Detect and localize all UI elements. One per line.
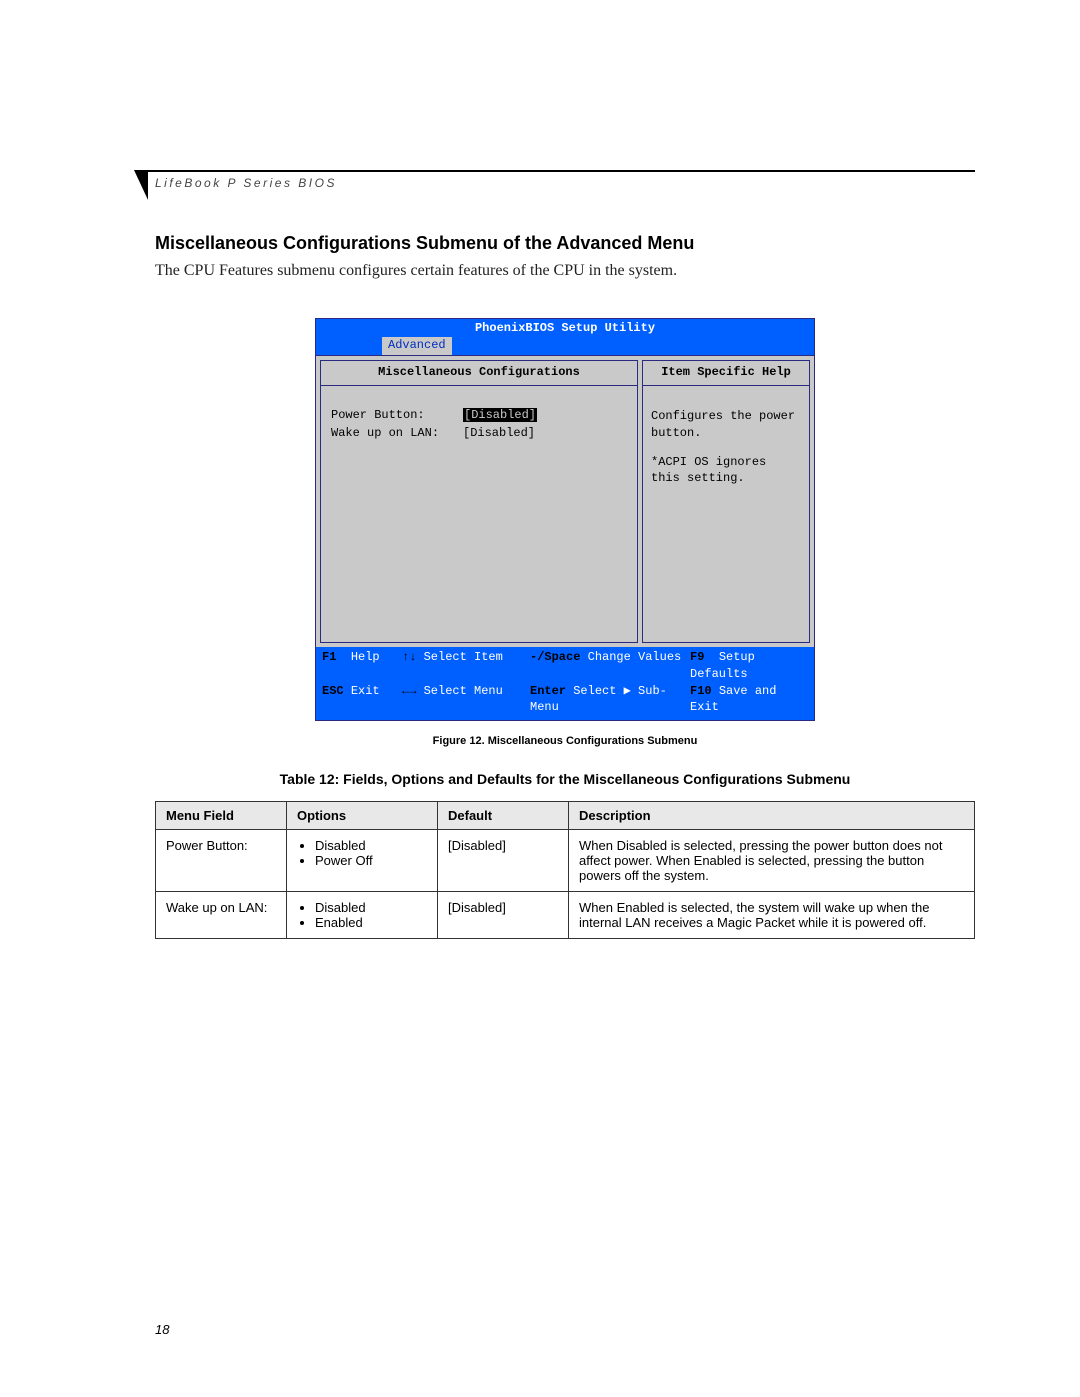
tab-advanced[interactable]: Advanced xyxy=(382,337,452,355)
bios-field-label: Power Button: xyxy=(331,408,463,422)
th-options: Options xyxy=(287,802,438,830)
key-updown-icon: ↑↓ xyxy=(402,650,416,664)
bios-help-line: Configures the power button. xyxy=(651,408,801,442)
header-tab-icon xyxy=(134,170,148,200)
key-help-label: Help xyxy=(351,650,380,664)
bios-window: PhoenixBIOS Setup Utility Advanced Misce… xyxy=(315,318,815,721)
table-row: Wake up on LAN: Disabled Enabled [Disabl… xyxy=(156,892,975,939)
key-f9: F9 xyxy=(690,650,704,664)
bios-footer: F1 Help ↑↓ Select Item -/Space Change Va… xyxy=(316,647,814,720)
option-item: Disabled xyxy=(315,900,427,915)
bios-field-value-selected[interactable]: [Disabled] xyxy=(463,408,537,422)
bios-field-label: Wake up on LAN: xyxy=(331,426,463,440)
header-label: LifeBook P Series BIOS xyxy=(155,176,337,190)
key-f10: F10 xyxy=(690,684,712,698)
cell-options: Disabled Enabled xyxy=(287,892,438,939)
key-leftright-icon: ←→ xyxy=(402,684,416,698)
cell-options: Disabled Power Off xyxy=(287,830,438,892)
header-rule xyxy=(140,170,975,172)
cell-default: [Disabled] xyxy=(438,830,569,892)
table-header-row: Menu Field Options Default Description xyxy=(156,802,975,830)
exit-label: Exit xyxy=(351,684,380,698)
table-title: Table 12: Fields, Options and Defaults f… xyxy=(155,771,975,787)
key-f1: F1 xyxy=(322,650,336,664)
section-title: Miscellaneous Configurations Submenu of … xyxy=(155,233,975,254)
cell-desc: When Disabled is selected, pressing the … xyxy=(569,830,975,892)
change-values-label: Change Values xyxy=(588,650,682,664)
option-item: Disabled xyxy=(315,838,427,853)
cell-field: Power Button: xyxy=(156,830,287,892)
key-space: -/Space xyxy=(530,650,580,664)
th-menu-field: Menu Field xyxy=(156,802,287,830)
key-esc: ESC xyxy=(322,684,344,698)
page: LifeBook P Series BIOS Miscellaneous Con… xyxy=(0,0,1080,1397)
bios-help-panel: Item Specific Help Configures the power … xyxy=(642,360,810,643)
bios-field-row[interactable]: Wake up on LAN: [Disabled] xyxy=(331,426,627,440)
bios-title: PhoenixBIOS Setup Utility xyxy=(316,319,814,337)
bios-main: Miscellaneous Configurations Power Butto… xyxy=(316,355,814,647)
cell-default: [Disabled] xyxy=(438,892,569,939)
th-default: Default xyxy=(438,802,569,830)
bios-help-title: Item Specific Help xyxy=(643,361,809,386)
bios-tabbar: Advanced xyxy=(316,337,814,355)
bios-panel-title: Miscellaneous Configurations xyxy=(321,361,637,386)
bios-help-line: *ACPI OS ignores this setting. xyxy=(651,454,801,488)
option-item: Power Off xyxy=(315,853,427,868)
cell-desc: When Enabled is selected, the system wil… xyxy=(569,892,975,939)
section-intro: The CPU Features submenu configures cert… xyxy=(155,262,975,280)
option-item: Enabled xyxy=(315,915,427,930)
select-menu-label: Select Menu xyxy=(424,684,503,698)
th-description: Description xyxy=(569,802,975,830)
cell-field: Wake up on LAN: xyxy=(156,892,287,939)
table-row: Power Button: Disabled Power Off [Disabl… xyxy=(156,830,975,892)
bios-left-panel: Miscellaneous Configurations Power Butto… xyxy=(320,360,638,643)
options-table: Menu Field Options Default Description P… xyxy=(155,801,975,939)
bios-field-row[interactable]: Power Button: [Disabled] xyxy=(331,408,627,422)
select-item-label: Select Item xyxy=(424,650,503,664)
bios-field-value[interactable]: [Disabled] xyxy=(463,426,535,440)
figure-caption: Figure 12. Miscellaneous Configurations … xyxy=(155,735,975,747)
key-enter: Enter xyxy=(530,684,566,698)
page-number: 18 xyxy=(155,1322,169,1337)
